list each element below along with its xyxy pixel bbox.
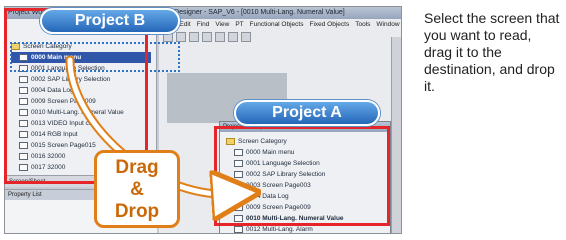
menu-item[interactable]: Find xyxy=(197,21,210,28)
project-b-label: Project B xyxy=(40,8,180,34)
project-a-label: Project A xyxy=(234,100,380,126)
right-toolbox xyxy=(391,37,401,233)
ampersand-text: & xyxy=(130,179,144,200)
menu-item[interactable]: Window xyxy=(376,21,399,28)
project-a-highlight xyxy=(214,126,390,226)
drag-text: Drag xyxy=(115,157,159,178)
menu-item[interactable]: View xyxy=(215,21,229,28)
app-title-bar: CX-Designer - SAP_V6 - [0010 Multi-Lang.… xyxy=(159,7,401,19)
print-icon[interactable] xyxy=(202,32,212,42)
menu-item[interactable]: Tools xyxy=(355,21,370,28)
menu-item[interactable]: Functional Objects xyxy=(250,21,304,28)
menu-item[interactable]: Fixed Objects xyxy=(309,21,349,28)
save-icon[interactable] xyxy=(189,32,199,42)
menu-item[interactable]: Edit xyxy=(179,21,190,28)
menu-item[interactable]: PT xyxy=(235,21,243,28)
paste-icon[interactable] xyxy=(241,32,251,42)
drop-text: Drop xyxy=(114,201,160,222)
instruction-caption: Select the screen that you want to read,… xyxy=(424,10,560,94)
cut-icon[interactable] xyxy=(215,32,225,42)
drag-drop-callout: Drag & Drop xyxy=(94,150,180,228)
open-icon[interactable] xyxy=(176,32,186,42)
copy-icon[interactable] xyxy=(228,32,238,42)
screen-icon xyxy=(234,226,243,233)
menu-bar: FileEditFindViewPTFunctional ObjectsFixe… xyxy=(159,19,401,30)
toolbar xyxy=(159,30,401,44)
